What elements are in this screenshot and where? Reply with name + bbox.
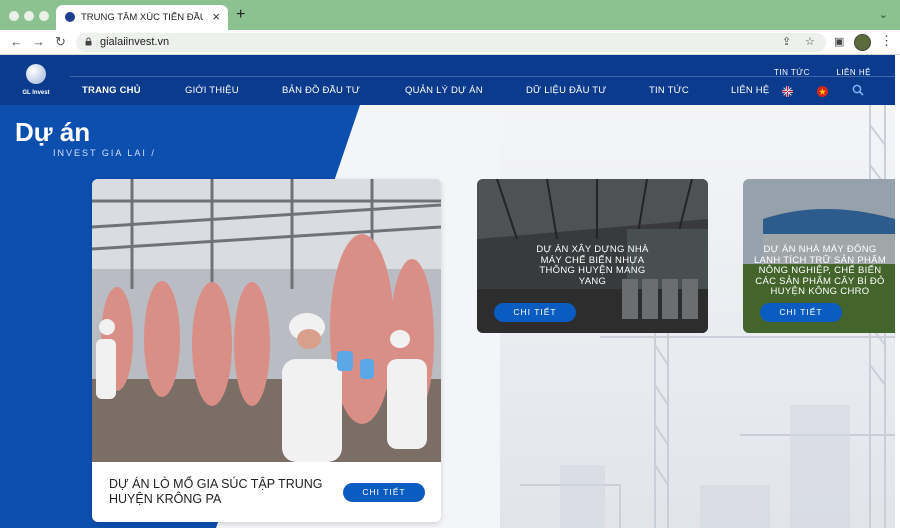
bookmark-star-icon[interactable]: ☆ [805,35,815,48]
details-button[interactable]: CHI TIẾT [494,303,576,322]
side-panel-icon[interactable]: ▣ [834,35,844,48]
page-title: Dự án [15,117,91,147]
site-logo[interactable]: GL Invest [16,62,56,102]
back-button[interactable]: ← [10,34,23,50]
browser-tab-strip: TRUNG TÂM XÚC TIẾN ĐẦU TƯ × + ⌄ [0,0,900,30]
details-button[interactable]: CHI TIẾT [343,483,425,502]
uk-flag-icon[interactable] [782,86,793,97]
nav-item-home[interactable]: TRANG CHỦ [82,85,141,96]
slaughterhouse-photo [92,179,441,462]
project-card-plastic-factory[interactable]: DỰ ÁN XÂY DỰNG NHÀ MÁY CHẾ BIẾN NHỰA THÔ… [477,179,708,333]
site-header: GL Invest TIN TỨC LIÊN HỆ TRANG CHỦ GIỚI… [0,55,895,105]
globe-logo-icon [26,64,46,84]
new-tab-button[interactable]: + [236,7,245,23]
browser-toolbar: ← → ↻ gialaiinvest.vn ⇪ ☆ ▣ ⋮ [0,30,900,55]
page-breadcrumb: INVEST GIA LAI / [53,148,156,158]
project-title: DỰ ÁN XÂY DỰNG NHÀ MÁY CHẾ BIẾN NHỰA THÔ… [536,244,649,287]
header-divider [70,76,895,77]
share-icon[interactable]: ⇪ [782,35,791,48]
project-card-cold-storage[interactable]: DỰ ÁN NHÀ MÁY ĐÔNG LẠNH TÍCH TRỮ SẢN PHẨ… [743,179,895,333]
window-minimize-dot[interactable] [24,11,34,21]
project-title: DỰ ÁN NHÀ MÁY ĐÔNG LẠNH TÍCH TRỮ SẢN PHẨ… [753,244,887,297]
lock-icon [85,37,92,46]
vietnam-flag-icon[interactable] [817,86,828,97]
details-button[interactable]: CHI TIẾT [760,303,842,322]
logo-text: GL Invest [22,90,50,96]
nav-item-contact[interactable]: LIÊN HỆ [731,85,769,96]
browser-menu-icon[interactable]: ⋮ [880,33,893,49]
top-links: TIN TỨC LIÊN HỆ [752,62,871,80]
projects-hero: Dự án INVEST GIA LAI / DỰ ÁN LÒ MỔ GIA S… [0,105,895,528]
project-title: DỰ ÁN LÒ MỔ GIA SÚC TẬP TRUNG HUYỆN KRÔN… [109,477,323,506]
window-maximize-dot[interactable] [39,11,49,21]
favicon-icon [65,12,75,22]
reload-button[interactable]: ↻ [55,34,66,50]
nav-item-project-management[interactable]: QUẢN LÝ DỰ ÁN [405,85,483,96]
nav-item-about[interactable]: GIỚI THIỆU [185,85,239,96]
nav-item-news[interactable]: TIN TỨC [649,85,689,96]
browser-tab[interactable]: TRUNG TÂM XÚC TIẾN ĐẦU TƯ × [56,5,228,30]
forward-button[interactable]: → [32,34,45,50]
project-card-featured[interactable]: DỰ ÁN LÒ MỔ GIA SÚC TẬP TRUNG HUYỆN KRÔN… [92,179,441,522]
url-text: gialaiinvest.vn [100,36,170,48]
window-close-dot[interactable] [9,11,19,21]
nav-item-investment-map[interactable]: BẢN ĐỒ ĐẦU TƯ [282,85,360,96]
tab-close-icon[interactable]: × [212,9,220,25]
nav-item-investment-data[interactable]: DỮ LIỆU ĐẦU TƯ [526,85,607,96]
search-icon[interactable] [852,84,864,96]
tab-title: TRUNG TÂM XÚC TIẾN ĐẦU TƯ [81,12,203,23]
profile-avatar[interactable] [854,34,871,51]
address-bar[interactable]: gialaiinvest.vn ⇪ ☆ [76,33,826,52]
tab-search-chevron-icon[interactable]: ⌄ [879,8,888,21]
